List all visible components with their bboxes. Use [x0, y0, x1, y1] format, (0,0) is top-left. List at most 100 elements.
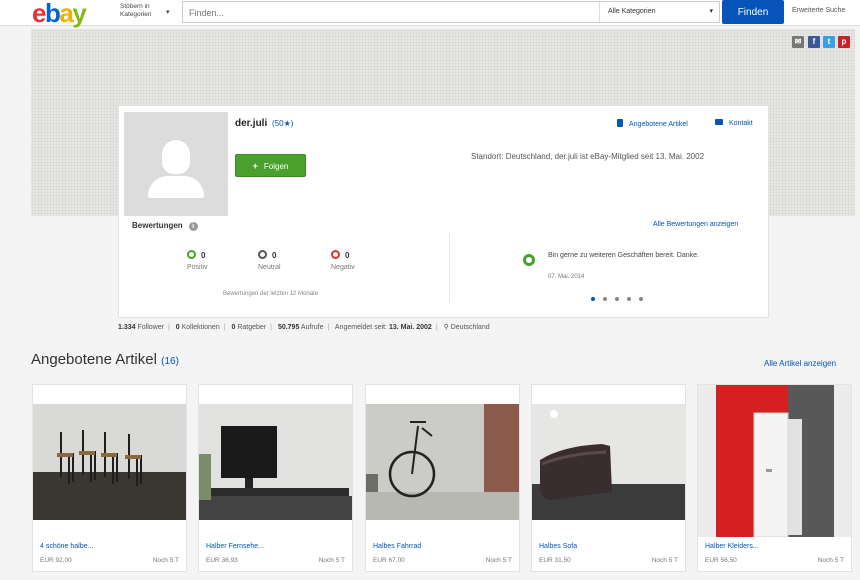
info-icon[interactable]: i [188, 222, 198, 231]
all-items-link[interactable]: Alle Artikel anzeigen [764, 359, 836, 368]
category-select-value: Alle Kategorien [608, 8, 656, 15]
item-price: EUR 56,50 [705, 557, 737, 564]
top-bar: ebay Stöbern in Kategorien ▾ Alle Katego… [0, 0, 860, 26]
feedback-date: 07. Mai. 2014 [548, 274, 585, 280]
contact-label: Kontakt [729, 120, 753, 127]
logo-letter: a [59, 0, 73, 28]
rating-count: 0 [201, 251, 206, 260]
carousel-dot[interactable] [627, 297, 631, 301]
guides-count[interactable]: 0 [232, 324, 236, 331]
logo-letter: y [72, 0, 86, 28]
username[interactable]: der.juli [235, 118, 267, 129]
views-count: 50.795 [277, 324, 300, 331]
item-time-left: Noch 5 T [152, 557, 179, 564]
item-time-left: Noch 5 T [318, 557, 345, 564]
positive-icon [187, 250, 196, 259]
views-label: Aufrufe [300, 324, 324, 331]
item-image[interactable] [366, 404, 519, 520]
item-title[interactable]: 4 schöne halbe... [40, 543, 93, 550]
carousel-dots [591, 294, 651, 303]
member-since-date: 13. Mai. 2002 [389, 324, 432, 331]
separator: | [223, 324, 226, 331]
item-title[interactable]: Halbes Fahrrad [373, 543, 421, 550]
divider [449, 234, 450, 302]
item-image[interactable] [199, 404, 352, 520]
guides-label[interactable]: Ratgeber [237, 324, 266, 331]
followers-count[interactable]: 1.334 [118, 324, 136, 331]
category-select[interactable]: Alle Kategorien ▾ [599, 2, 719, 22]
ratings-title-text: Bewertungen [132, 221, 183, 230]
item-title[interactable]: Halber Kleiders... [705, 543, 759, 550]
offered-items-label: Angebotene Artikel [629, 121, 688, 128]
item-image[interactable] [532, 404, 685, 520]
followers-label[interactable]: Follower [137, 324, 163, 331]
item-price: EUR 31,50 [539, 557, 571, 564]
rating-neutral: 0 Neutral [258, 250, 318, 271]
item-card[interactable]: Halber Kleiders... EUR 56,50 Noch 5 T [697, 384, 852, 572]
rating-count: 0 [272, 251, 277, 260]
chairs-image [33, 404, 186, 520]
mail-icon[interactable]: ✉ [792, 36, 804, 48]
item-time-left: Noch 5 T [651, 557, 678, 564]
chevron-down-icon[interactable]: ▾ [166, 8, 170, 16]
pinterest-icon[interactable]: p [838, 36, 850, 48]
separator: | [167, 324, 170, 331]
avatar [124, 112, 228, 216]
item-title[interactable]: Halber Fernsehe... [206, 543, 264, 550]
carousel-dot[interactable] [603, 297, 607, 301]
search-input[interactable] [189, 6, 589, 19]
browse-categories[interactable]: Stöbern in Kategorien [120, 3, 164, 19]
section-title-text: Angebotene Artikel [31, 351, 157, 368]
document-icon [617, 119, 623, 127]
rating-label: Neutral [258, 264, 281, 271]
offered-items-link[interactable]: Angebotene Artikel [617, 119, 688, 128]
item-image[interactable] [698, 385, 851, 538]
carousel-dot[interactable] [591, 297, 595, 301]
member-stats: 1.334 Follower | 0 Kollektionen | 0 Ratgeb… [118, 323, 490, 331]
feedback-score[interactable]: (50★) [272, 119, 293, 128]
avatar-body [148, 176, 204, 198]
search-box: Alle Kategorien ▾ [182, 1, 720, 23]
avatar-head [162, 140, 190, 174]
follow-button[interactable]: + Folgen [235, 154, 306, 177]
logo-letter: e [32, 0, 46, 28]
location-pin-icon: ⚲ [443, 324, 449, 331]
profile-card: der.juli (50★) + Folgen Angebotene Artike… [118, 105, 769, 318]
carousel-dot[interactable] [639, 297, 643, 301]
separator: | [435, 324, 438, 331]
find-button[interactable]: Finden [722, 0, 784, 24]
item-price: EUR 67,00 [373, 557, 405, 564]
item-card[interactable]: Halbes Sofa EUR 31,50 Noch 5 T [531, 384, 686, 572]
member-since-label: Angemeldet seit: [334, 324, 388, 331]
separator: | [270, 324, 272, 331]
item-image[interactable] [33, 404, 186, 520]
rating-label: Negativ [331, 264, 355, 271]
sofa-image [532, 404, 685, 520]
advanced-search-link[interactable]: Erweiterte Suche [792, 7, 845, 14]
item-title[interactable]: Halbes Sofa [539, 543, 577, 550]
negative-icon [331, 250, 340, 259]
facebook-icon[interactable]: f [808, 36, 820, 48]
tv-image [199, 404, 352, 520]
plus-icon: + [252, 160, 258, 171]
contact-link[interactable]: Kontakt [715, 119, 753, 127]
logo-letter: b [44, 0, 61, 28]
collections-label[interactable]: Kollektionen [182, 324, 220, 331]
all-ratings-link[interactable]: Alle Bewertungen anzeigen [653, 221, 738, 228]
carousel-dot[interactable] [615, 297, 619, 301]
wardrobe-image [698, 385, 851, 538]
twitter-icon[interactable]: t [823, 36, 835, 48]
item-card[interactable]: 4 schöne halbe... EUR 92,00 Noch 5 T [32, 384, 187, 572]
collections-count[interactable]: 0 [176, 324, 180, 331]
item-card[interactable]: Halber Fernsehe... EUR 36,93 Noch 5 T [198, 384, 353, 572]
item-time-left: Noch 5 T [485, 557, 512, 564]
rating-label: Positiv [187, 264, 208, 271]
item-card[interactable]: Halbes Fahrrad EUR 67,00 Noch 5 T [365, 384, 520, 572]
ebay-logo[interactable]: ebay [32, 0, 87, 28]
item-time-left: Noch 5 T [817, 557, 844, 564]
items-count[interactable]: (16) [161, 356, 179, 367]
country: Deutschland [450, 324, 490, 331]
rating-negative: 0 Negativ [331, 250, 391, 271]
mail-icon [715, 119, 723, 125]
chevron-down-icon: ▾ [709, 8, 713, 15]
